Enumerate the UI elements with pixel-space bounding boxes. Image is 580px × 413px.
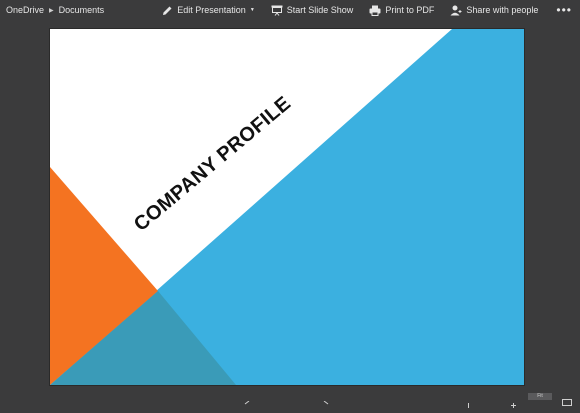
more-options-button[interactable]: •••	[546, 3, 580, 17]
print-to-pdf-label: Print to PDF	[385, 5, 435, 15]
share-with-people-button[interactable]: Share with people	[442, 5, 546, 16]
chevron-down-icon: ▼	[249, 7, 255, 13]
breadcrumb-separator-icon: ▶	[49, 7, 54, 14]
person-add-icon	[450, 5, 462, 16]
breadcrumb: OneDrive ▶ Documents	[0, 5, 104, 15]
projector-screen-icon	[271, 5, 283, 16]
print-to-pdf-button[interactable]: Print to PDF	[361, 5, 442, 16]
edit-presentation-label: Edit Presentation	[177, 5, 246, 15]
previous-slide-button[interactable]	[244, 394, 250, 405]
start-slide-show-button[interactable]: Start Slide Show	[263, 5, 362, 16]
slide-canvas[interactable]: COMPANY PROFILE	[50, 29, 524, 385]
share-with-people-label: Share with people	[466, 5, 539, 15]
pencil-icon	[162, 5, 173, 16]
notes-icon[interactable]	[562, 393, 572, 406]
top-bar: OneDrive ▶ Documents Edit Presentation ▼…	[0, 0, 580, 20]
breadcrumb-documents[interactable]: Documents	[59, 5, 105, 15]
ellipsis-icon: •••	[556, 3, 572, 17]
zoom-in-icon[interactable]	[511, 395, 516, 408]
next-slide-button[interactable]	[323, 394, 329, 405]
printer-icon	[369, 5, 381, 16]
bottom-bar	[0, 392, 580, 400]
start-slide-show-label: Start Slide Show	[286, 5, 354, 15]
toolbar-actions: Edit Presentation ▼ Start Slide Show Pri…	[154, 0, 580, 20]
zoom-out-icon[interactable]	[466, 395, 471, 408]
fit-to-window-button[interactable]: Fit	[528, 393, 552, 400]
slide-background-shapes	[50, 29, 524, 385]
breadcrumb-onedrive[interactable]: OneDrive	[6, 5, 44, 15]
edit-presentation-button[interactable]: Edit Presentation ▼	[154, 5, 263, 16]
